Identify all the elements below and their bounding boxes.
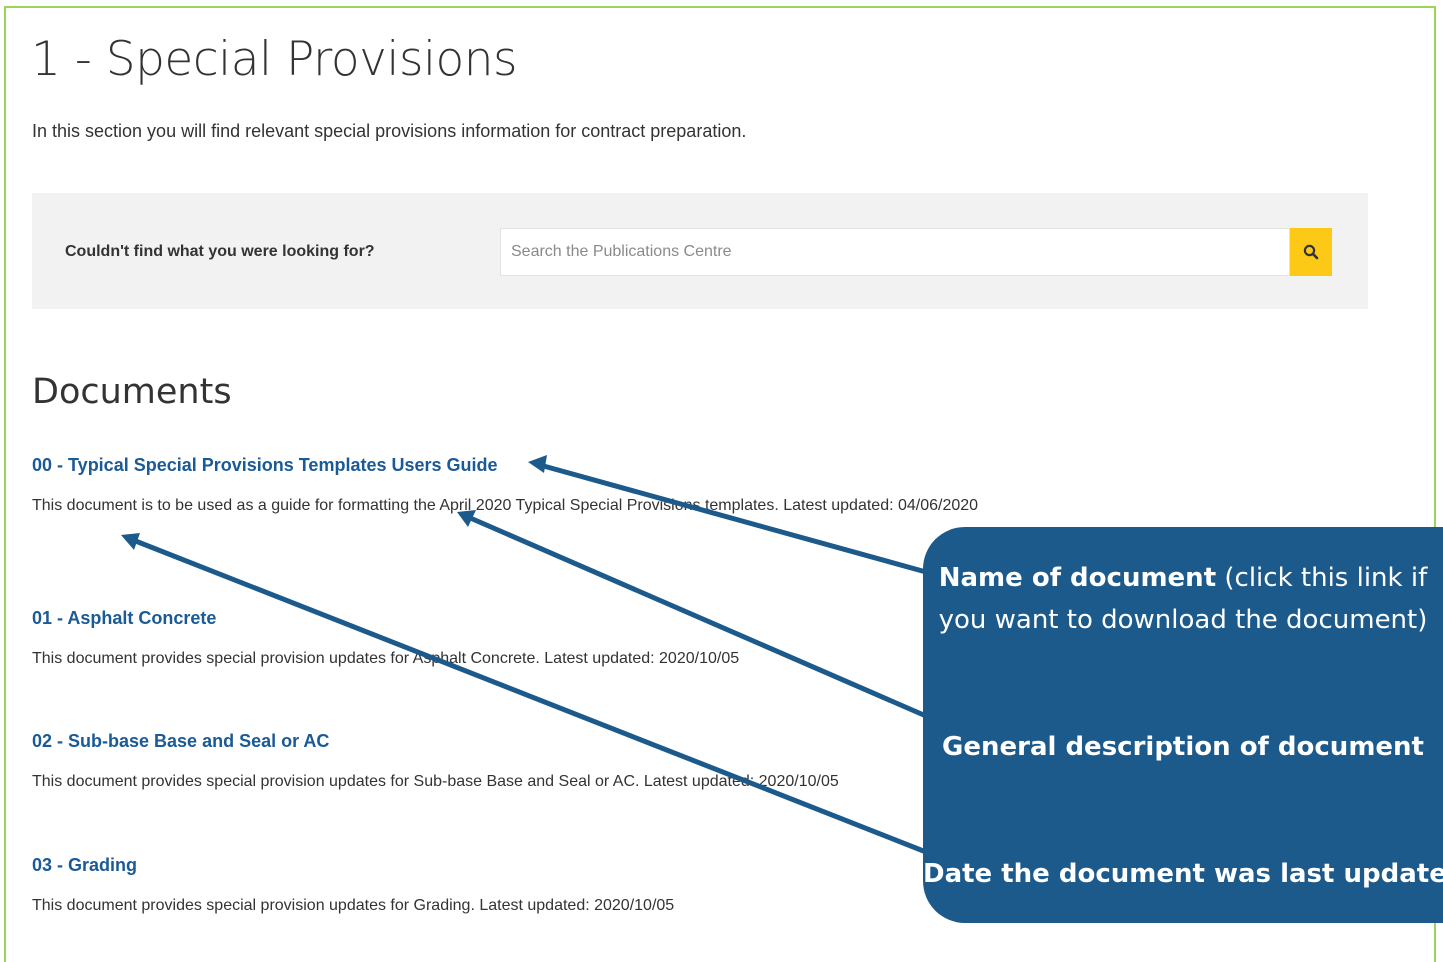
document-description: This document provides special provision… [32,773,839,790]
document-description: This document provides special provision… [32,650,740,667]
document-link[interactable]: 01 - Asphalt Concrete [32,608,216,629]
document-link[interactable]: 00 - Typical Special Provisions Template… [32,455,498,476]
callout-name-line1: Name of document (click this link if [938,563,1428,593]
search-panel: Couldn't find what you were looking for? [32,193,1368,309]
annotation-callout: Name of document (click this link if you… [923,527,1443,923]
callout-description-label: General description of document [942,732,1424,762]
search-prompt: Couldn't find what you were looking for? [65,243,375,260]
document-description: This document is to be used as a guide f… [32,497,979,514]
search-button[interactable] [1290,228,1332,276]
callout-name-line2: you want to download the document) [938,605,1428,635]
callout-date-label: Date the document was last updated [923,859,1443,889]
search-icon [1303,244,1319,260]
document-description: This document provides special provision… [32,897,675,914]
page-title: 1 - Special Provisions [31,32,518,87]
search-input[interactable] [500,228,1290,276]
document-link[interactable]: 03 - Grading [32,855,137,876]
document-link[interactable]: 02 - Sub-base Base and Seal or AC [32,731,329,752]
page-intro: In this section you will find relevant s… [32,121,747,141]
documents-heading: Documents [32,372,232,412]
